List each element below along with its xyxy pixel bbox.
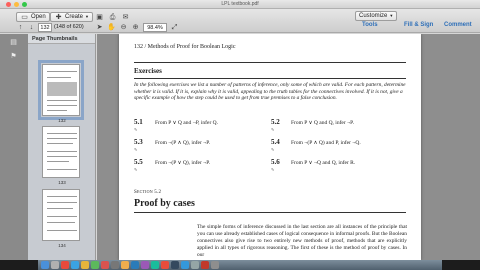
open-label: Open [31, 14, 46, 20]
pdf-page: 132 / Methods of Proof for Boolean Logic… [119, 34, 421, 260]
app-icon[interactable] [171, 261, 179, 269]
exercise-text: From ¬(P ∧ Q), infer ¬P. [155, 140, 211, 146]
app-icon[interactable] [121, 261, 129, 269]
page-count: (148 of 620) [54, 24, 84, 30]
exercise-text: From P ∨ Q and Q, infer ¬P. [291, 120, 354, 126]
page-thumbnail[interactable] [38, 60, 84, 120]
zoom-input[interactable]: 98.4% [143, 22, 167, 32]
hand-tool-icon[interactable]: ✋ [107, 23, 116, 32]
exercise-marker: ✎ [271, 167, 275, 172]
zoom-in-icon[interactable]: ⊕ [131, 23, 140, 32]
zoom-out-icon[interactable]: ⊖ [119, 23, 128, 32]
create-icon: ✚ [55, 13, 62, 21]
thumbnail-label: 133 [58, 180, 66, 185]
app-icon[interactable] [111, 261, 119, 269]
fit-page-icon[interactable]: ⤢ [170, 23, 179, 32]
next-page-icon[interactable]: ↓ [27, 23, 36, 32]
thumbnail-label: 134 [58, 243, 66, 248]
bookmarks-icon[interactable]: ⚑ [9, 52, 18, 61]
app-icon[interactable] [181, 261, 189, 269]
exercise-marker: ✎ [134, 167, 138, 172]
exercises-heading: Exercises [134, 67, 162, 75]
tools-button[interactable]: Tools [362, 21, 378, 30]
customize-button[interactable]: Customize ▼ [355, 11, 398, 21]
page-thumbnail[interactable] [42, 126, 80, 178]
exercise-marker: ✎ [271, 127, 275, 132]
exercise-number: 5.2 [271, 118, 280, 126]
app-icon[interactable] [191, 261, 199, 269]
comment-button[interactable]: Comment [444, 21, 472, 30]
open-button[interactable]: ▭ Open [16, 12, 50, 22]
divider [134, 62, 406, 63]
window-title: LPL textbook.pdf [221, 1, 259, 7]
navigation-pane-strip: ▤ ⚑ [0, 34, 28, 260]
dock-bar [38, 260, 442, 270]
view-tools: ➤ ✋ ⊖ ⊕ 98.4% ⤢ [95, 22, 179, 32]
prev-page-icon[interactable]: ↑ [16, 23, 25, 32]
exercise-text: From ¬(P ∧ Q) and P, infer ¬Q. [291, 140, 361, 146]
app-icon[interactable] [151, 261, 159, 269]
app-icon[interactable] [81, 261, 89, 269]
app-icon[interactable] [141, 261, 149, 269]
app-icon[interactable] [61, 261, 69, 269]
folder-icon: ▭ [21, 13, 28, 21]
running-header: 132 / Methods of Proof for Boolean Logic [134, 44, 236, 50]
section-label: Section 5.2 [134, 190, 162, 195]
divider [134, 78, 406, 79]
exercise-number: 5.6 [271, 158, 280, 166]
dock [0, 260, 480, 270]
thumbnail-label: 132 [58, 118, 66, 123]
thumbnails-icon[interactable]: ▤ [9, 38, 18, 47]
exercise-number: 5.1 [134, 118, 143, 126]
title-bar: LPL textbook.pdf [0, 0, 480, 9]
finder-icon[interactable] [41, 261, 49, 269]
app-icon[interactable] [131, 261, 139, 269]
app-icon[interactable] [101, 261, 109, 269]
exercise-text: From P ∨ ¬Q and Q, infer R. [291, 160, 356, 166]
page-number-input[interactable]: 132 [38, 22, 52, 32]
exercise-marker: ✎ [134, 147, 138, 152]
print-icon[interactable]: ⎙ [108, 13, 117, 22]
safari-icon[interactable] [71, 261, 79, 269]
fill-sign-button[interactable]: Fill & Sign [404, 21, 433, 30]
select-cursor-icon[interactable]: ➤ [95, 23, 104, 32]
save-icon[interactable]: ▣ [95, 13, 104, 22]
app-icon[interactable] [161, 261, 169, 269]
email-icon[interactable]: ✉ [121, 13, 130, 22]
create-label: Create [65, 14, 84, 20]
pdf-viewer-window: LPL textbook.pdf ▭ Open ✚ Create ▼ ▣ ⎙ ✉… [0, 0, 480, 270]
exercise-text: From P ∨ Q and ¬P, infer Q. [155, 120, 218, 126]
exercise-number: 5.5 [134, 158, 143, 166]
document-view[interactable]: 132 / Methods of Proof for Boolean Logic… [97, 34, 480, 260]
trash-icon[interactable] [211, 261, 219, 269]
exercise-number: 5.3 [134, 138, 143, 146]
exercise-marker: ✎ [134, 127, 138, 132]
create-button[interactable]: ✚ Create ▼ [50, 12, 93, 22]
pdf-app-icon[interactable] [201, 261, 209, 269]
divider [134, 212, 406, 213]
exercise-marker: ✎ [271, 147, 275, 152]
app-icon[interactable] [91, 261, 99, 269]
exercise-number: 5.4 [271, 138, 280, 146]
chevron-down-icon: ▼ [389, 13, 394, 18]
exercise-text: From ¬(P ∨ Q), infer ¬P. [155, 160, 211, 166]
quick-tools: ▣ ⎙ ✉ [95, 12, 130, 22]
page-thumbnail[interactable] [42, 189, 80, 241]
toolbar: ▭ Open ✚ Create ▼ ▣ ⎙ ✉ ↑ ↓ 132 (148 of … [0, 9, 480, 33]
launchpad-icon[interactable] [51, 261, 59, 269]
customize-label: Customize [359, 13, 388, 19]
page-navigation: ↑ ↓ 132 (148 of 620) [16, 22, 84, 32]
section-title: Proof by cases [134, 198, 195, 209]
chevron-down-icon: ▼ [85, 14, 89, 19]
exercises-intro: In the following exercises we list a num… [134, 82, 406, 101]
thumbnails-panel: Page Thumbnails 132 133 134 [28, 34, 96, 260]
thumbnails-header: Page Thumbnails [28, 34, 95, 44]
body-paragraph: The simple forms of inference discussed … [197, 224, 407, 258]
